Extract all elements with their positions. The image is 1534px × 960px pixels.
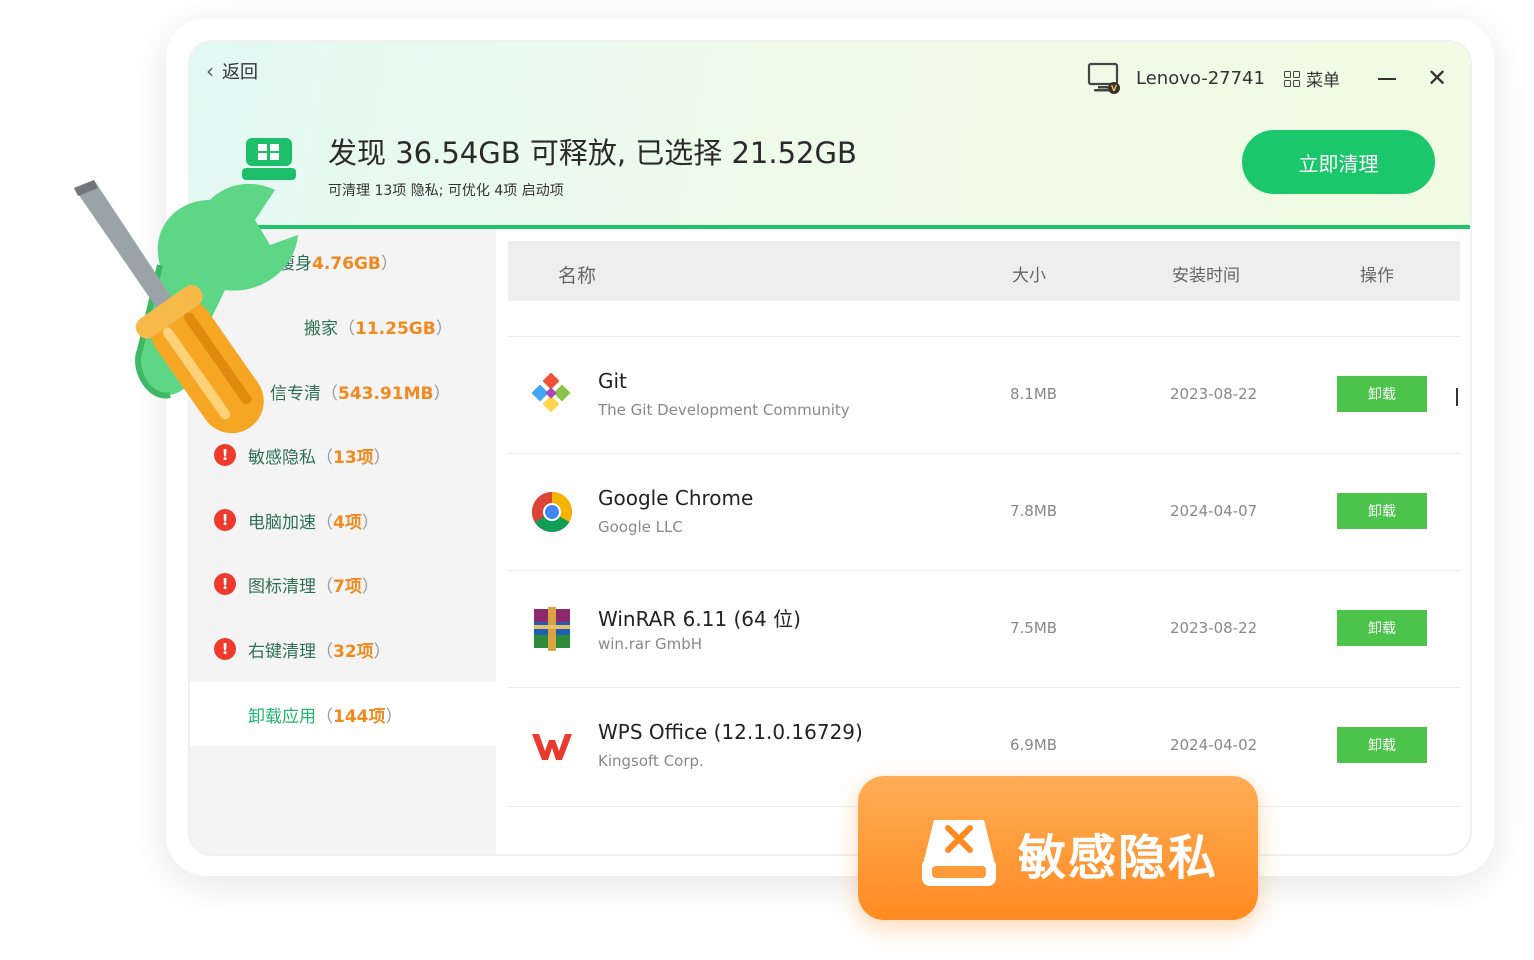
sidebar-item-label: 图标清理（7项） bbox=[248, 576, 379, 597]
chrome-icon bbox=[532, 492, 572, 532]
sidebar-item-speedup[interactable]: ! 电脑加速（4项） bbox=[190, 488, 496, 552]
app-size: 6.9MB bbox=[1010, 736, 1058, 754]
page-title: 发现 36.54GB 可释放, 已选择 21.52GB bbox=[328, 136, 857, 170]
stage: ‹ 返回 V Lenovo-27741 菜单 ✕ 发现 36.54GB 可释放,… bbox=[0, 0, 1534, 960]
app-publisher: The Git Development Community bbox=[598, 401, 850, 419]
chevron-left-icon: ‹ bbox=[206, 59, 214, 83]
sidebar-item-label: 右键清理（32项） bbox=[248, 641, 391, 662]
scrollbar[interactable] bbox=[1456, 388, 1458, 406]
app-size: 7.5MB bbox=[1010, 619, 1058, 637]
drive-icon bbox=[242, 138, 296, 180]
uninstall-button[interactable]: 卸载 bbox=[1337, 610, 1427, 646]
uninstall-button[interactable]: 卸载 bbox=[1337, 493, 1427, 529]
privacy-badge: 敏感隐私 bbox=[858, 776, 1258, 920]
back-button[interactable]: ‹ 返回 bbox=[206, 58, 258, 84]
uninstall-button[interactable]: 卸载 bbox=[1337, 376, 1427, 412]
app-publisher: win.rar GmbH bbox=[598, 635, 703, 653]
back-label: 返回 bbox=[222, 62, 258, 83]
column-name: 名称 bbox=[558, 265, 597, 287]
sidebar-item-label: 瘦身4.76GB） bbox=[278, 253, 398, 274]
table-row: Git The Git Development Community 8.1MB … bbox=[508, 336, 1460, 453]
sidebar-item-label: 电脑加速（4项） bbox=[248, 512, 379, 533]
badge-label: 敏感隐私 bbox=[1018, 830, 1219, 886]
device-info: V Lenovo-27741 bbox=[1086, 60, 1265, 96]
sidebar-item-wechat-clean[interactable]: 信专清（543.91MB） bbox=[190, 359, 496, 423]
close-button[interactable]: ✕ bbox=[1427, 64, 1447, 92]
warning-icon: ! bbox=[214, 444, 236, 466]
warning-icon: ! bbox=[214, 573, 236, 595]
clean-now-button[interactable]: 立即清理 bbox=[1242, 130, 1435, 194]
device-name: Lenovo-27741 bbox=[1136, 67, 1265, 89]
sidebar-item-icon-clean[interactable]: ! 图标清理（7项） bbox=[190, 552, 496, 616]
app-publisher: Google LLC bbox=[598, 518, 683, 536]
menu-label: 菜单 bbox=[1306, 71, 1340, 91]
sidebar: 瘦身4.76GB） 搬家（11.25GB） 信专清（543.91MB） ! 敏感… bbox=[190, 229, 496, 854]
svg-text:V: V bbox=[1111, 84, 1118, 93]
table-header: 名称 大小 安装时间 操作 bbox=[508, 241, 1460, 301]
privacy-drive-icon bbox=[922, 820, 996, 886]
wps-icon bbox=[532, 734, 572, 760]
minimize-button[interactable] bbox=[1378, 78, 1396, 80]
sidebar-item-label: 信专清（543.91MB） bbox=[270, 383, 451, 404]
sidebar-item-uninstall-apps[interactable]: 卸载应用（144项） bbox=[190, 682, 496, 746]
sidebar-item-system-junk[interactable]: 瘦身4.76GB） bbox=[190, 229, 496, 293]
warning-icon: ! bbox=[214, 509, 236, 531]
app-name: Google Chrome bbox=[598, 486, 754, 510]
sidebar-item-label: 卸载应用（144项） bbox=[248, 706, 403, 727]
sidebar-item-context-menu-clean[interactable]: ! 右键清理（32项） bbox=[190, 617, 496, 681]
app-publisher: Kingsoft Corp. bbox=[598, 752, 704, 770]
table-row: WinRAR 6.11 (64 位) win.rar GmbH 7.5MB 20… bbox=[508, 570, 1460, 687]
uninstall-button[interactable]: 卸载 bbox=[1337, 727, 1427, 763]
app-size: 8.1MB bbox=[1010, 385, 1058, 403]
app-window: ‹ 返回 V Lenovo-27741 菜单 ✕ 发现 36.54GB 可释放,… bbox=[188, 40, 1472, 856]
sidebar-item-label: 搬家（11.25GB） bbox=[304, 318, 453, 339]
sidebar-item-software-move[interactable]: 搬家（11.25GB） bbox=[190, 294, 496, 358]
page-subtitle: 可清理 13项 隐私; 可优化 4项 启动项 bbox=[328, 183, 564, 199]
table-row: Google Chrome Google LLC 7.8MB 2024-04-0… bbox=[508, 453, 1460, 570]
app-name: Git bbox=[598, 369, 627, 393]
sidebar-item-privacy[interactable]: ! 敏感隐私（13项） bbox=[190, 423, 496, 487]
column-install-time: 安装时间 bbox=[1172, 266, 1240, 286]
app-install-date: 2023-08-22 bbox=[1170, 385, 1258, 403]
computer-icon: V bbox=[1087, 62, 1120, 94]
git-icon bbox=[531, 373, 571, 413]
column-size: 大小 bbox=[1012, 266, 1046, 286]
app-name: WPS Office (12.1.0.16729) bbox=[598, 720, 863, 744]
header: ‹ 返回 V Lenovo-27741 菜单 ✕ 发现 36.54GB 可释放,… bbox=[190, 42, 1470, 228]
menu-button[interactable]: 菜单 bbox=[1284, 66, 1340, 91]
winrar-icon bbox=[534, 607, 570, 651]
app-size: 7.8MB bbox=[1010, 502, 1058, 520]
app-install-date: 2024-04-02 bbox=[1170, 736, 1258, 754]
warning-icon: ! bbox=[214, 638, 236, 660]
app-name: WinRAR 6.11 (64 位) bbox=[598, 607, 801, 631]
sidebar-item-label: 敏感隐私（13项） bbox=[248, 447, 391, 468]
app-install-date: 2023-08-22 bbox=[1170, 619, 1258, 637]
column-action: 操作 bbox=[1360, 266, 1394, 286]
app-install-date: 2024-04-07 bbox=[1170, 502, 1258, 520]
grid-menu-icon bbox=[1284, 70, 1300, 87]
